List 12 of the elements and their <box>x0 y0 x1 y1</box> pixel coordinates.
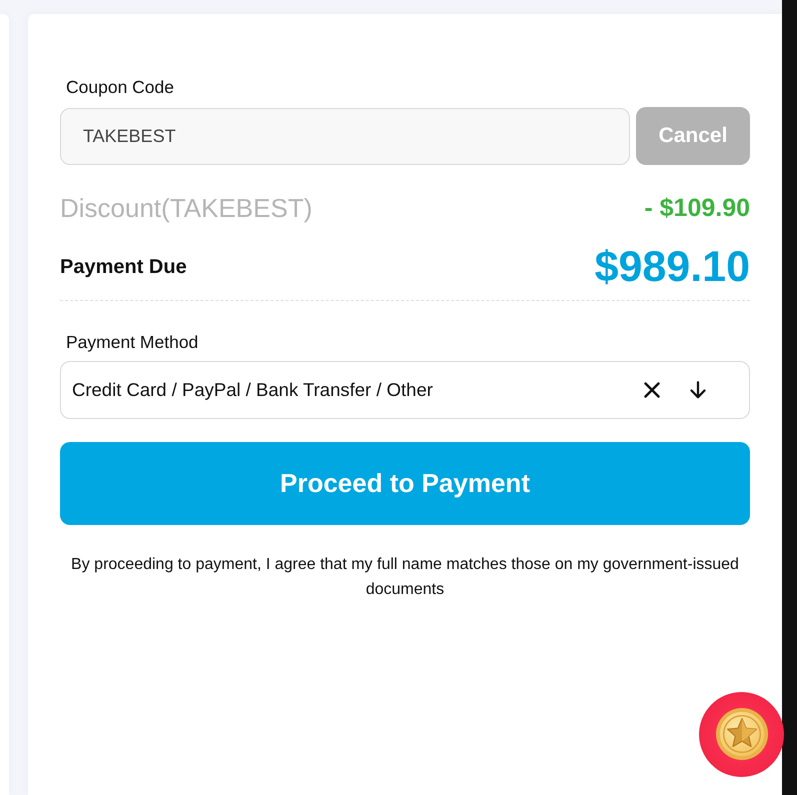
discount-label: Discount(TAKEBEST) <box>60 193 312 223</box>
payment-method-label: Payment Method <box>66 332 198 352</box>
payment-method-select[interactable]: Credit Card / PayPal / Bank Transfer / Other <box>60 361 750 419</box>
disclaimer-text: By proceeding to payment, I agree that my full name matches those on my government-issued documents <box>70 555 740 600</box>
payment-due-amount: $989.10 <box>594 242 750 292</box>
coupon-label: Coupon Code <box>66 77 174 97</box>
clear-icon[interactable] <box>644 382 660 398</box>
coupon-input[interactable]: TAKEBEST <box>60 108 630 164</box>
discount-amount: - $109.90 <box>644 193 750 223</box>
star-coin-icon <box>714 706 768 760</box>
payment-due-label: Payment Due <box>60 256 187 278</box>
arrow-down-icon[interactable] <box>690 381 706 399</box>
